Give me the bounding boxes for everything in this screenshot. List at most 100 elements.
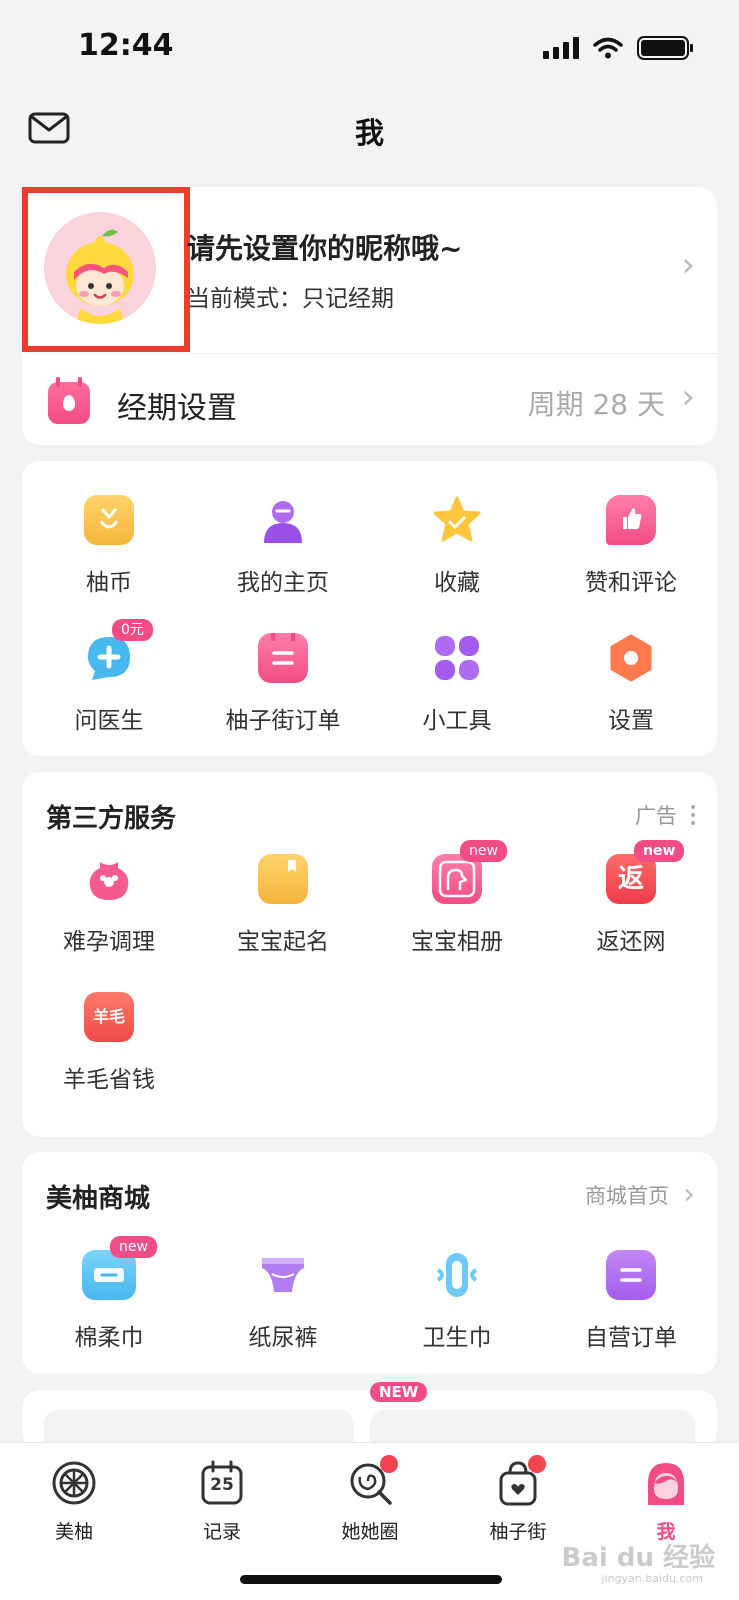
service-item-baby-naming[interactable]: 宝宝起名 xyxy=(196,854,370,956)
status-bar: 12:44 xyxy=(0,0,739,95)
meiyou-icon xyxy=(50,1459,98,1507)
grid-item-youzijie-orders[interactable]: 柚子街订单 xyxy=(196,633,370,735)
nickname-prompt[interactable]: 请先设置你的昵称哦~ xyxy=(187,227,462,267)
avatar-character-icon xyxy=(66,229,134,324)
chevron-right-icon: › xyxy=(683,1177,695,1212)
service-item-label: 返还网 xyxy=(596,929,666,955)
period-calendar-icon xyxy=(48,377,90,424)
service-item-savings[interactable]: 羊毛 羊毛省钱 xyxy=(22,992,196,1094)
promo-card: NEW xyxy=(22,1382,717,1470)
avatar-highlight[interactable] xyxy=(22,187,190,352)
calendar-icon: 25 xyxy=(198,1459,246,1507)
avatar[interactable] xyxy=(44,212,156,324)
new-badge: new xyxy=(110,1236,157,1258)
grid-item-coins[interactable]: 柚币 xyxy=(22,495,196,597)
grid-item-ask-doctor[interactable]: 0元 问医生 xyxy=(22,619,196,735)
grid-item-my-homepage[interactable]: 我的主页 xyxy=(196,495,370,597)
quick-actions-card: 柚币 我的主页 收藏 赞和评论 0元 问医生 柚子街订单 小工具 设置 xyxy=(22,461,717,756)
tab-label: 她她圈 xyxy=(341,1521,399,1543)
coin-icon xyxy=(84,495,134,545)
service-item-label: 宝宝相册 xyxy=(411,929,503,955)
tab-me[interactable]: 我 xyxy=(592,1459,739,1544)
tab-label: 美柚 xyxy=(54,1521,93,1543)
period-chevron-right-icon[interactable]: › xyxy=(681,377,695,417)
service-item-label: 羊毛省钱 xyxy=(63,1067,155,1093)
calendar-date: 25 xyxy=(210,1475,234,1495)
grid-item-label: 收藏 xyxy=(434,570,480,596)
diaper-icon xyxy=(258,1250,308,1300)
service-item-label: 难孕调理 xyxy=(63,929,155,955)
tools-icon xyxy=(432,633,482,683)
profile-card: 请先设置你的昵称哦~ 当前模式：只记经期 › 经期设置 周期 28 天 › xyxy=(22,187,717,445)
mall-item-label: 纸尿裤 xyxy=(248,1325,318,1351)
mall-home-link[interactable]: 商城首页 › xyxy=(585,1180,695,1210)
home-indicator xyxy=(240,1575,502,1584)
tab-community[interactable]: 她她圈 xyxy=(296,1455,444,1544)
status-time: 12:44 xyxy=(78,28,174,63)
grid-item-label: 小工具 xyxy=(422,708,492,734)
thumb-up-icon xyxy=(606,495,656,545)
mall-home-link-label: 商城首页 xyxy=(585,1184,669,1208)
order-icon xyxy=(258,633,308,683)
grid-item-tools[interactable]: 小工具 xyxy=(370,633,544,735)
star-icon xyxy=(432,495,482,545)
section-title: 第三方服务 xyxy=(46,804,177,834)
new-tag: NEW xyxy=(370,1382,428,1402)
section-title: 美柚商城 xyxy=(46,1184,151,1214)
page-title: 我 xyxy=(354,116,384,150)
more-options-icon[interactable] xyxy=(691,805,695,825)
sanitary-pad-icon xyxy=(432,1250,482,1300)
watermark-sub: jingyan.baidu.com xyxy=(601,1572,703,1585)
grid-item-label: 赞和评论 xyxy=(585,570,677,596)
mall-item-sanitary-pad[interactable]: 卫生巾 xyxy=(370,1250,544,1352)
grid-item-label: 柚子街订单 xyxy=(225,708,341,734)
grid-item-label: 问医生 xyxy=(74,708,144,734)
mall-item-cotton-towel[interactable]: new 棉柔巾 xyxy=(22,1236,196,1352)
naming-book-icon xyxy=(258,854,308,904)
doctor-chat-icon: 0元 xyxy=(84,619,153,683)
mall-item-label: 自营订单 xyxy=(585,1325,677,1351)
tab-records[interactable]: 25 记录 xyxy=(148,1459,296,1544)
baby-album-icon: new xyxy=(432,840,507,904)
self-order-icon xyxy=(606,1250,656,1300)
nav-bar: 我 xyxy=(0,100,739,160)
mall-item-self-orders[interactable]: 自营订单 xyxy=(544,1250,718,1352)
status-icons xyxy=(543,36,693,60)
profile-chevron-right-icon[interactable]: › xyxy=(681,245,695,285)
grid-item-label: 我的主页 xyxy=(237,570,329,596)
period-cycle-value[interactable]: 周期 28 天 xyxy=(528,383,665,423)
savings-glyph: 羊毛 xyxy=(92,1007,125,1026)
cashback-icon: 返 new xyxy=(606,840,685,904)
tab-youzijie[interactable]: 柚子街 xyxy=(444,1455,592,1544)
tab-label: 记录 xyxy=(202,1521,241,1543)
notification-dot xyxy=(528,1455,546,1473)
third-party-services-card: 第三方服务 广告 难孕调理 宝宝起名 new 宝宝相册 返 new 返还网 羊毛… xyxy=(22,772,717,1137)
me-icon xyxy=(642,1459,690,1507)
cashback-glyph: 返 xyxy=(617,864,644,894)
tab-meiyou[interactable]: 美柚 xyxy=(0,1459,148,1544)
mall-card: 美柚商城 商城首页 › new 棉柔巾 纸尿裤 卫生巾 自营订单 xyxy=(22,1152,717,1374)
service-item-cashback[interactable]: 返 new 返还网 xyxy=(544,840,718,956)
service-item-fertility[interactable]: 难孕调理 xyxy=(22,854,196,956)
mall-item-label: 棉柔巾 xyxy=(74,1325,144,1351)
person-icon xyxy=(258,495,308,545)
grid-item-likes-comments[interactable]: 赞和评论 xyxy=(544,495,718,597)
mode-text: 当前模式：只记经期 xyxy=(187,286,394,312)
grid-item-label: 柚币 xyxy=(86,570,132,596)
notification-dot xyxy=(380,1455,398,1473)
savings-icon: 羊毛 xyxy=(84,992,134,1042)
period-settings-label[interactable]: 经期设置 xyxy=(117,383,237,427)
grid-item-settings[interactable]: 设置 xyxy=(544,633,718,735)
signal-icon xyxy=(543,37,579,59)
grid-item-favorites[interactable]: 收藏 xyxy=(370,495,544,597)
new-badge: new xyxy=(634,840,685,862)
service-item-label: 宝宝起名 xyxy=(237,929,329,955)
shopping-bag-icon xyxy=(494,1455,546,1507)
mall-item-diaper[interactable]: 纸尿裤 xyxy=(196,1250,370,1352)
settings-icon xyxy=(606,633,656,683)
fertility-icon xyxy=(84,854,134,904)
service-item-baby-album[interactable]: new 宝宝相册 xyxy=(370,840,544,956)
new-badge: new xyxy=(460,840,507,862)
ad-label-group: 广告 xyxy=(635,800,695,830)
lollipop-icon xyxy=(346,1455,398,1507)
